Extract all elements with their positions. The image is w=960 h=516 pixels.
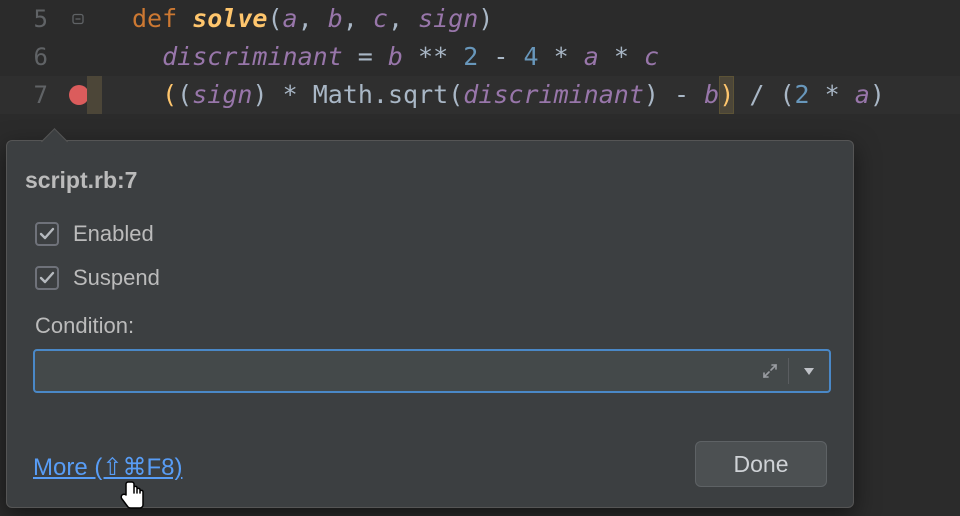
expand-icon[interactable] <box>752 351 788 391</box>
popup-arrow <box>41 128 68 155</box>
suspend-checkbox-row[interactable]: Suspend <box>35 265 160 291</box>
condition-label: Condition: <box>35 313 134 339</box>
fold-icon[interactable] <box>48 12 110 26</box>
code-editor[interactable]: 5 def solve(a, b, c, sign) 6 discriminan… <box>0 0 960 114</box>
gutter-highlight <box>87 76 102 114</box>
enabled-checkbox-row[interactable]: Enabled <box>35 221 154 247</box>
checkbox-icon <box>35 222 59 246</box>
code-line: 6 discriminant = b ** 2 - 4 * a * c <box>0 38 960 76</box>
line-number: 5 <box>0 5 48 33</box>
code-text: discriminant = b ** 2 - 4 * a * c <box>132 38 659 76</box>
done-button[interactable]: Done <box>695 441 827 487</box>
line-number: 7 <box>0 81 48 109</box>
condition-field[interactable] <box>33 349 831 393</box>
popup-title: script.rb:7 <box>25 167 137 194</box>
condition-input[interactable] <box>35 351 752 391</box>
line-number: 6 <box>0 43 48 71</box>
checkbox-icon <box>35 266 59 290</box>
code-line: 7 ((sign) * Math.sqrt(discriminant) - b)… <box>0 76 960 114</box>
code-text: def solve(a, b, c, sign) <box>132 0 493 38</box>
more-link[interactable]: More (⇧⌘F8) <box>33 453 182 482</box>
code-text: ((sign) * Math.sqrt(discriminant) - b) /… <box>132 76 885 114</box>
suspend-label: Suspend <box>73 265 160 291</box>
code-line: 5 def solve(a, b, c, sign) <box>0 0 960 38</box>
dropdown-icon[interactable] <box>789 351 829 391</box>
enabled-label: Enabled <box>73 221 154 247</box>
breakpoint-popup: script.rb:7 Enabled Suspend Condition: M… <box>6 140 854 508</box>
